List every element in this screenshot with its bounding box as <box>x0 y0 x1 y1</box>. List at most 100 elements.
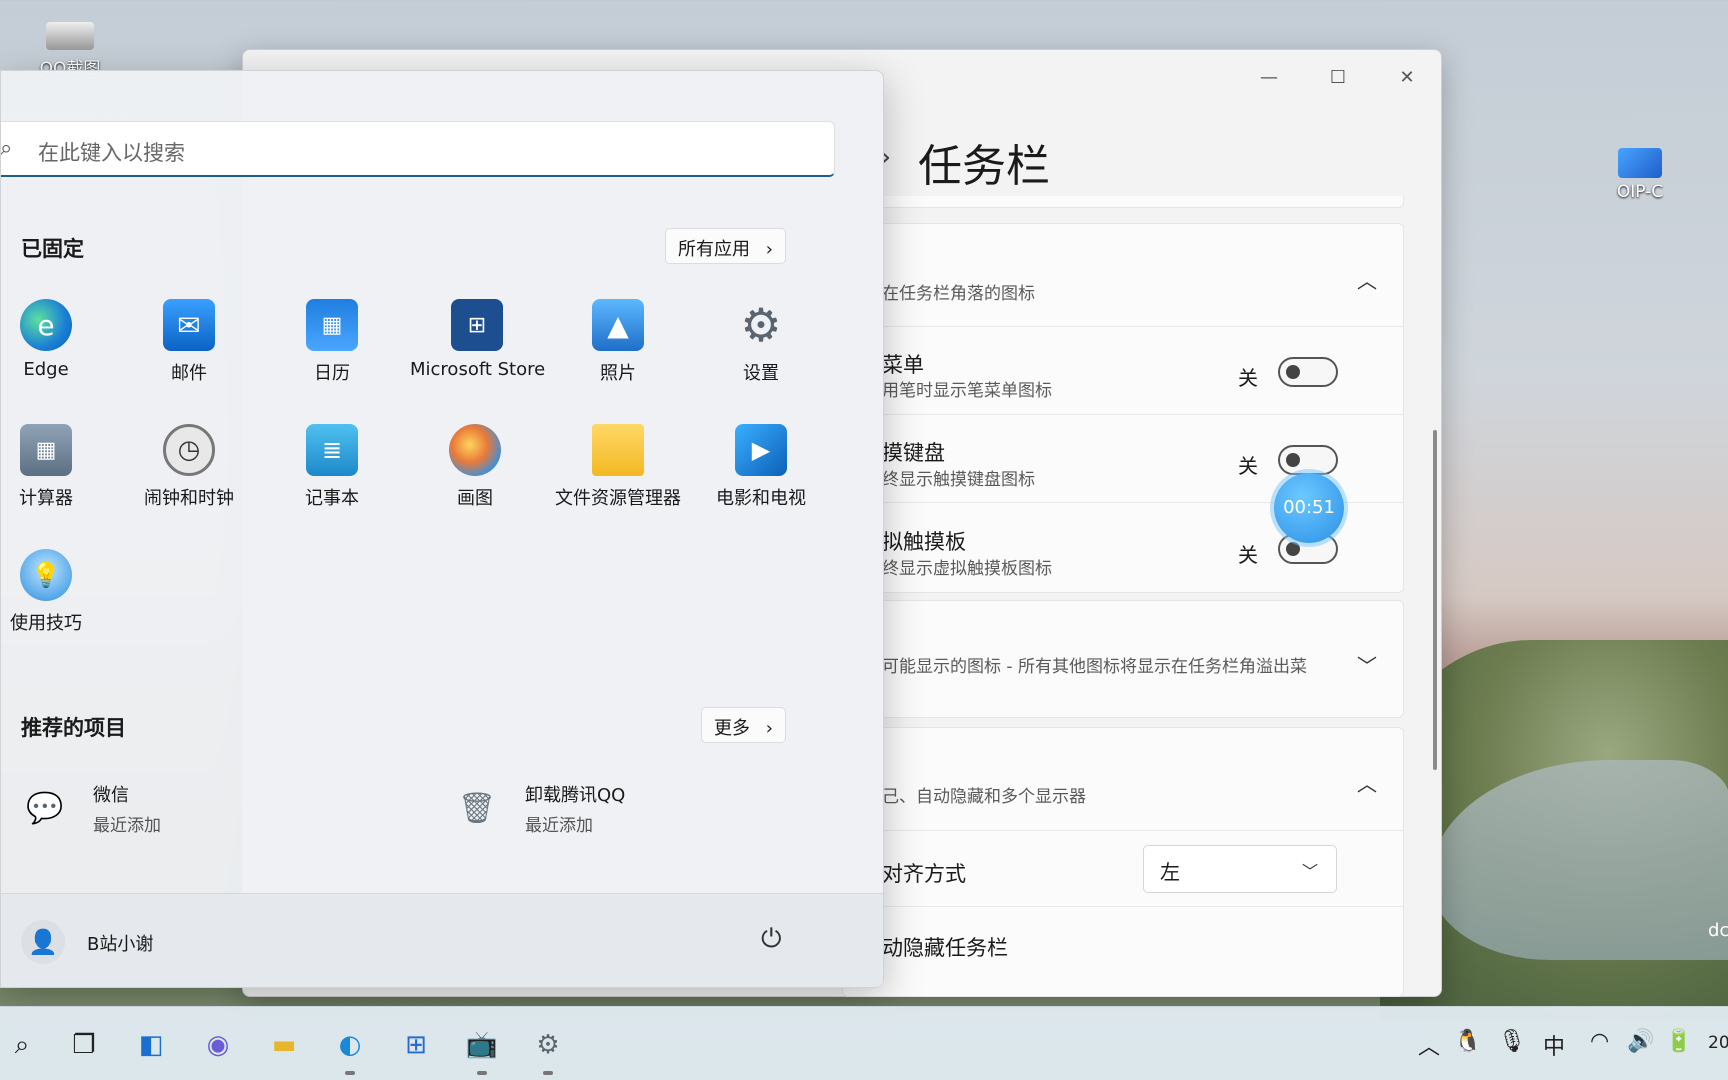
desktop-icon-label: OIP-C <box>1616 182 1664 202</box>
running-indicator <box>345 1071 355 1075</box>
photos-icon: ▲ <box>592 299 644 351</box>
app-label: Microsoft Store <box>410 359 546 380</box>
user-avatar-icon[interactable]: 👤 <box>21 920 65 964</box>
chevron-right-icon: › <box>765 718 773 739</box>
recommended-title-text: 卸载腾讯QQ <box>525 785 626 806</box>
app-label: 照片 <box>600 363 636 384</box>
recommended-title: 推荐的项目 <box>21 716 126 740</box>
search-placeholder: 在此键入以搜索 <box>38 141 185 165</box>
gear-icon: ⚙ <box>740 298 782 352</box>
pinned-title: 已固定 <box>21 237 84 261</box>
app-calculator[interactable]: ▦ 计算器 <box>1 424 111 510</box>
virtual-touchpad-subtitle: 终显示虚拟触摸板图标 <box>882 559 1052 579</box>
alignment-value: 左 <box>1160 860 1180 884</box>
app-mail[interactable]: ✉ 邮件 <box>124 299 254 385</box>
clock-partial[interactable]: 20 <box>1708 1033 1728 1053</box>
task-view-icon[interactable]: ❐ <box>64 1025 104 1065</box>
app-clock[interactable]: ◷ 闹钟和时钟 <box>124 424 254 510</box>
touch-keyboard-title: 摸键盘 <box>882 441 945 465</box>
app-label: Edge <box>23 359 69 380</box>
store-icon: ⊞ <box>451 299 503 351</box>
running-indicator <box>543 1071 553 1075</box>
desktop-icon-oip-c[interactable]: OIP-C <box>1600 148 1680 202</box>
close-button[interactable]: ✕ <box>1387 64 1427 92</box>
app-notepad[interactable]: ≣ 记事本 <box>267 424 397 510</box>
alignment-label: 对齐方式 <box>882 862 966 886</box>
file-explorer-icon[interactable]: ▬ <box>264 1025 304 1065</box>
touch-keyboard-toggle[interactable] <box>1278 445 1338 475</box>
taskbar: ⌕ ❐ ◧ ◉ ▬ ◐ ⊞ 📺 ⚙ ︿ 🐧 🎙 中 ◠ 🔊 🔋 20 <box>0 1006 1728 1080</box>
recommended-subtitle-text: 最近添加 <box>93 816 161 836</box>
app-movies[interactable]: ▶ 电影和电视 <box>696 424 826 510</box>
app-file-explorer[interactable]: 文件资源管理器 <box>553 424 683 510</box>
recommended-item-wechat[interactable]: 💬 微信 最近添加 <box>19 781 161 836</box>
mail-icon: ✉ <box>163 299 215 351</box>
battery-icon[interactable]: 🔋 <box>1665 1029 1692 1054</box>
chevron-down-icon: ﹀ <box>1301 862 1318 881</box>
chevron-down-icon[interactable]: ﹀ <box>1357 650 1377 679</box>
app-store[interactable]: ⊞ Microsoft Store <box>410 299 546 380</box>
movies-icon: ▶ <box>735 424 787 476</box>
edge-icon: e <box>20 299 72 351</box>
search-icon[interactable]: ⌕ <box>2 1025 42 1065</box>
virtual-touchpad-state: 关 <box>1238 543 1258 567</box>
widgets-icon[interactable]: ◧ <box>131 1025 171 1065</box>
settings-scrollbar[interactable] <box>1433 430 1437 770</box>
virtual-touchpad-title: 拟触摸板 <box>882 530 966 554</box>
app-label: 记事本 <box>305 488 359 509</box>
wifi-icon[interactable]: ◠ <box>1590 1029 1609 1054</box>
search-input[interactable]: ⌕ 在此键入以搜索 <box>1 121 835 177</box>
touch-keyboard-subtitle: 终显示触摸键盘图标 <box>882 470 1035 490</box>
chevron-right-icon: › <box>765 239 773 260</box>
touch-keyboard-state: 关 <box>1238 454 1258 478</box>
maximize-button[interactable]: ☐ <box>1318 64 1358 92</box>
overflow-icons-header[interactable]: 可能显示的图标 - 所有其他图标将显示在任务栏角溢出菜 <box>882 652 1307 677</box>
desktop-partial-label: dc <box>1708 920 1728 941</box>
volume-icon[interactable]: 🔊 <box>1627 1029 1654 1054</box>
edge-icon[interactable]: ◐ <box>330 1025 370 1065</box>
app-settings[interactable]: ⚙ 设置 <box>696 298 826 385</box>
chevron-up-icon[interactable]: ︿ <box>1357 265 1377 294</box>
app-label: 邮件 <box>171 363 207 384</box>
screen-recorder-icon[interactable]: 📺 <box>462 1025 502 1065</box>
microphone-icon[interactable]: 🎙 <box>1498 1029 1526 1054</box>
corner-icons-header[interactable]: 在任务栏角落的图标 <box>882 279 1035 304</box>
app-edge[interactable]: e Edge <box>1 299 111 380</box>
calendar-icon: ▦ <box>306 299 358 351</box>
app-label: 设置 <box>743 363 779 384</box>
pen-menu-state: 关 <box>1238 366 1258 390</box>
behaviors-header[interactable]: 己、自动隐藏和多个显示器 <box>882 782 1086 807</box>
start-menu: ⌕ 在此键入以搜索 已固定 所有应用 › e Edge ✉ 邮件 ▦ 日历 ⊞ … <box>0 70 884 988</box>
notepad-icon: ≣ <box>306 424 358 476</box>
user-name[interactable]: B站小谢 <box>87 930 153 956</box>
chevron-up-icon[interactable]: ︿ <box>1418 1029 1440 1061</box>
minimize-button[interactable]: — <box>1249 64 1289 92</box>
more-label: 更多 <box>714 718 750 739</box>
alignment-dropdown[interactable]: 左 ﹀ <box>1143 845 1337 893</box>
more-button[interactable]: 更多 › <box>701 707 786 743</box>
clock-icon: ◷ <box>163 424 215 476</box>
app-label: 电影和电视 <box>716 488 806 509</box>
chat-icon[interactable]: ◉ <box>198 1025 238 1065</box>
app-tips[interactable]: 💡 使用技巧 <box>1 549 111 635</box>
app-label: 日历 <box>314 363 350 384</box>
recommended-subtitle-text: 最近添加 <box>525 816 593 836</box>
app-photos[interactable]: ▲ 照片 <box>553 299 683 385</box>
app-label: 闹钟和时钟 <box>144 488 234 509</box>
all-apps-button[interactable]: 所有应用 › <box>665 228 786 264</box>
gear-icon[interactable]: ⚙ <box>528 1025 568 1065</box>
pen-menu-toggle[interactable] <box>1278 357 1338 387</box>
folder-icon <box>592 424 644 476</box>
recycle-bin-icon: 🗑 <box>457 791 497 826</box>
start-footer: 👤 B站小谢 ⏻ <box>1 893 883 987</box>
chevron-up-icon[interactable]: ︿ <box>1357 768 1377 797</box>
app-label: 计算器 <box>19 488 73 509</box>
ime-indicator[interactable]: 中 <box>1543 1029 1565 1061</box>
recommended-item-uninstall-qq[interactable]: 🗑 卸载腾讯QQ 最近添加 <box>451 781 625 836</box>
store-icon[interactable]: ⊞ <box>396 1025 436 1065</box>
app-calendar[interactable]: ▦ 日历 <box>267 299 397 385</box>
qq-icon[interactable]: 🐧 <box>1454 1029 1481 1054</box>
power-icon[interactable]: ⏻ <box>761 924 782 955</box>
tips-icon: 💡 <box>20 549 72 601</box>
app-paint[interactable]: 画图 <box>410 424 540 510</box>
